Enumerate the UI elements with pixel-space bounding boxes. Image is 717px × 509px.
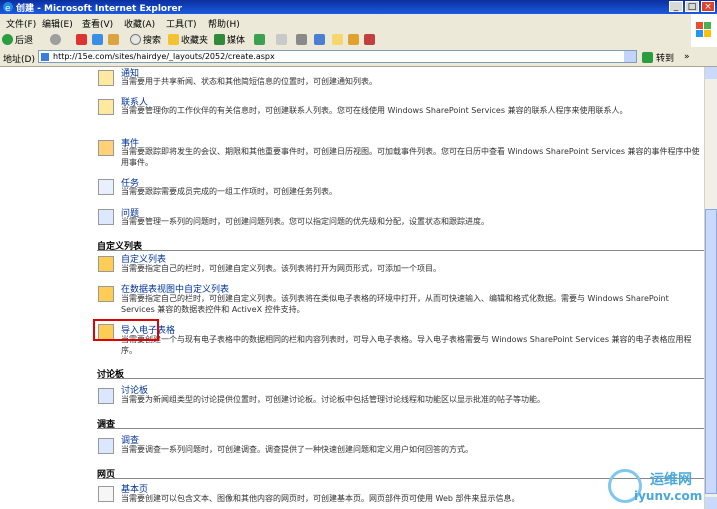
address-url: http://15e.com/sites/hairdye/_layouts/20… [53,52,275,61]
survey-icon [98,438,114,454]
search-label: 搜索 [143,36,162,46]
messenger-icon [348,34,359,45]
watermark-domain: iyunv.com [634,489,703,503]
close-button[interactable]: × [701,1,715,12]
list-item-desc: 当需要调查一系列问题时，可创建调查。调查提供了一种快速创建问题和定义用户如何回答… [121,445,473,454]
list-item-desc: 当需要跟踪需要成员完成的一组工作项时，可创建任务列表。 [121,187,337,196]
address-label: 地址(D) [3,55,35,65]
print-button[interactable] [296,33,307,46]
highlight-box [93,319,159,341]
list-item-desc: 当需要指定自己的栏时，可创建自定义列表。该列表将在类似电子表格的环境中打开，从而… [121,294,669,314]
back-button[interactable]: 后退 [2,33,33,46]
forward-arrow-icon [50,34,61,45]
custom-list-icon [98,256,114,272]
list-item-desc: 当需要用于共享新闻、状态和其他简短信息的位置时，可创建通知列表。 [121,77,377,86]
discuss-button[interactable] [332,33,343,46]
discussion-icon [98,388,114,404]
stop-icon [76,34,87,45]
watermark-text: 运维网 [650,472,692,488]
edit-button[interactable] [314,33,325,46]
list-item-desc: 当需要创建一个与现有电子表格中的数据相同的栏和内容列表时，可导入电子表格。导入电… [121,335,692,355]
research-button[interactable] [364,33,375,46]
mail-icon [276,34,287,45]
windows-logo-icon [691,14,717,46]
page-content: 通知 当需要用于共享新闻、状态和其他简短信息的位置时，可创建通知列表。 联系人 … [0,67,704,509]
home-icon [108,34,119,45]
list-item-desc: 当需要管理你的工作伙伴的有关信息时，可创建联系人列表。您可在线使用 Window… [121,106,628,115]
scroll-thumb[interactable] [705,209,717,494]
basic-page-icon [98,486,114,502]
history-button[interactable] [254,33,265,46]
go-arrow-icon [642,52,653,63]
links-chevron[interactable]: » [684,52,690,62]
search-icon [130,34,141,45]
menu-help[interactable]: 帮助(H) [208,17,240,30]
note-icon [332,34,343,45]
favorites-label: 收藏夹 [181,36,209,46]
history-icon [254,34,265,45]
menu-favorites[interactable]: 收藏(A) [124,17,155,30]
svg-text:e: e [5,4,11,13]
chevron-down-icon[interactable] [624,51,636,62]
tasks-icon [98,179,114,195]
page-icon [41,53,49,61]
menu-tools[interactable]: 工具(T) [166,17,197,30]
forward-button[interactable] [50,33,61,46]
list-item-desc: 当需要管理一系列的问题时，可创建问题列表。您可以指定问题的优先级和分配，设置状态… [121,217,489,226]
maximize-button[interactable]: □ [685,1,699,12]
print-icon [296,34,307,45]
research-icon [364,34,375,45]
mail-button[interactable] [276,33,287,46]
back-arrow-icon [2,34,13,45]
toolbar: 后退 搜索 收藏夹 媒体 [0,31,691,48]
menu-file[interactable]: 文件(F) [6,17,36,30]
messenger-button[interactable] [348,33,359,46]
media-button[interactable]: 媒体 [214,33,245,46]
section-divider [97,250,704,251]
list-item-desc: 当需要为新闻组类型的讨论提供位置时，可创建讨论板。讨论板中包括管理讨论线程和功能… [121,395,545,404]
back-label: 后退 [15,36,34,46]
vertical-scrollbar[interactable] [704,67,717,509]
scroll-down-icon[interactable] [705,497,717,509]
edit-icon [314,34,325,45]
star-icon [168,34,179,45]
menu-view[interactable]: 查看(V) [82,17,113,30]
menu-bar: 文件(F) 编辑(E) 查看(V) 收藏(A) 工具(T) 帮助(H) [0,14,717,32]
watermark: 运维网 iyunv.com [594,467,704,509]
calendar-icon [98,140,114,156]
stop-button[interactable] [76,33,87,46]
search-button[interactable]: 搜索 [130,33,161,46]
section-divider [97,378,704,379]
minimize-button[interactable]: _ [669,1,683,12]
contacts-icon [98,99,114,115]
issues-icon [98,209,114,225]
address-input[interactable]: http://15e.com/sites/hairdye/_layouts/20… [38,50,637,63]
list-item-desc: 当需要创建可以包含文本、图像和其他内容的网页时，可创建基本页。网页部件页可使用 … [121,494,520,503]
scroll-up-icon[interactable] [705,67,717,79]
list-item-desc: 当需要指定自己的栏时，可创建自定义列表。该列表将打开为网页形式，可添加一个项目。 [121,264,441,273]
list-item-desc: 当需要跟踪即将发生的会议、期限和其他重要事件时，可创建日历视图。可加载事件列表。… [121,147,700,167]
media-icon [214,34,225,45]
favorites-button[interactable]: 收藏夹 [168,33,208,46]
refresh-icon [92,34,103,45]
address-bar: 地址(D) http://15e.com/sites/hairdye/_layo… [0,47,717,67]
window-title: 创建 - Microsoft Internet Explorer [16,4,183,14]
go-label: 转到 [656,54,675,64]
menu-edit[interactable]: 编辑(E) [42,17,73,30]
datasheet-list-icon [98,286,114,302]
announcement-icon [98,70,114,86]
refresh-button[interactable] [92,33,103,46]
title-bar: e 创建 - Microsoft Internet Explorer _ □ × [0,0,717,14]
home-button[interactable] [108,33,119,46]
go-button[interactable]: 转到 [642,51,674,64]
section-divider [97,428,704,429]
media-label: 媒体 [227,36,246,46]
ie-icon: e [2,1,14,14]
